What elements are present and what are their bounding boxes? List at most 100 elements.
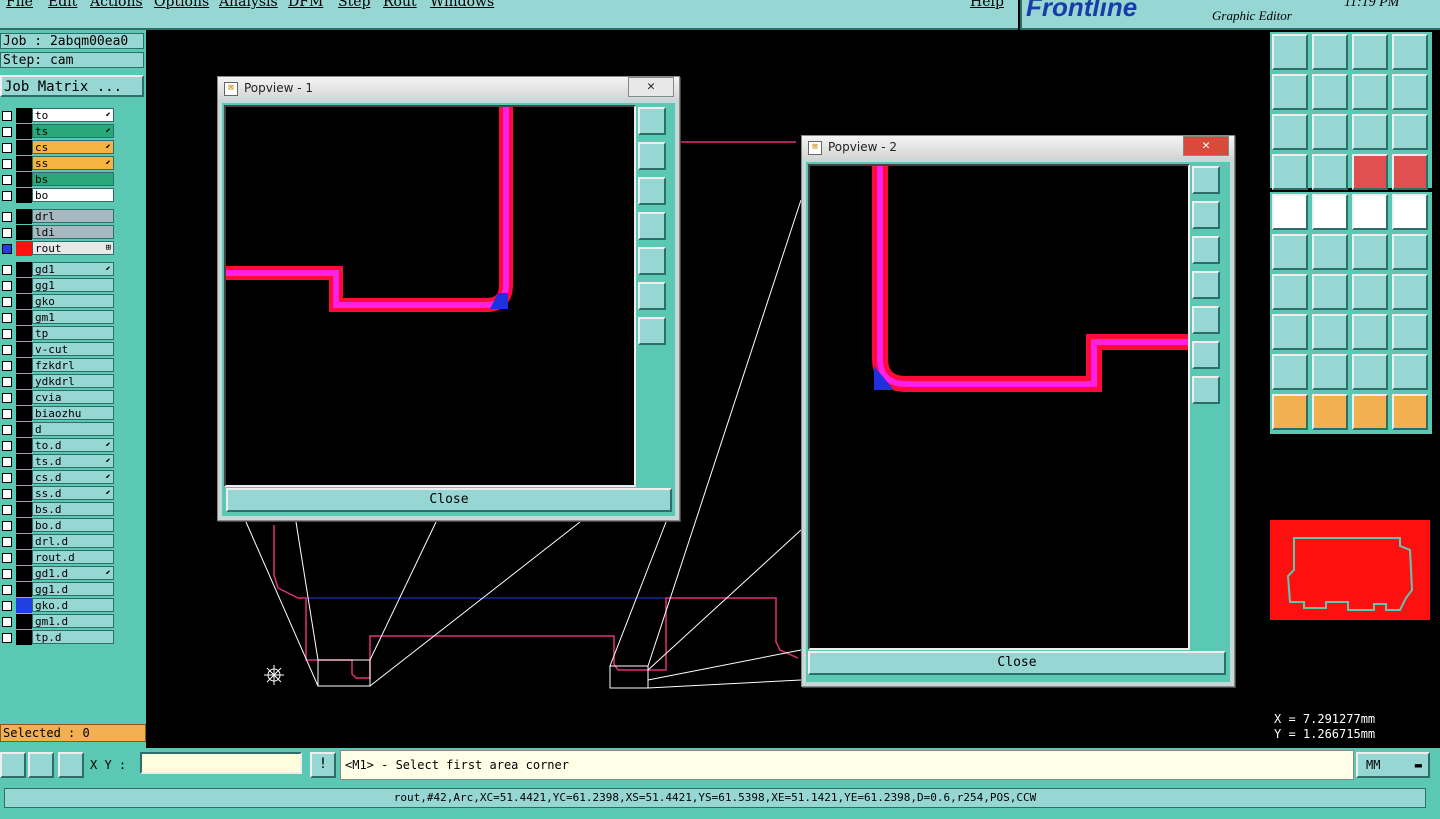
layer-name[interactable]: ts ⬋ <box>32 124 114 138</box>
add-pad-icon[interactable] <box>1272 194 1308 230</box>
layer-checkbox[interactable] <box>2 553 12 563</box>
layer-checkbox[interactable] <box>2 409 12 419</box>
help-icon[interactable] <box>1392 114 1428 150</box>
layer-row-ts[interactable]: ts ⬋ <box>0 124 118 139</box>
zoom-in-icon[interactable] <box>638 282 666 310</box>
menu-help[interactable]: Help <box>970 0 1004 10</box>
layer-row-cs[interactable]: cs ⬋ <box>0 140 118 155</box>
layer-name[interactable]: gd1 ⬋ <box>32 262 114 276</box>
layer-checkbox[interactable] <box>2 617 12 627</box>
xy-input[interactable] <box>140 752 302 774</box>
pan-up-icon[interactable] <box>638 142 666 170</box>
menu-rout[interactable]: Rout <box>383 0 417 10</box>
units-select[interactable]: MM ▬ <box>1356 752 1430 778</box>
select-icon[interactable] <box>1272 394 1308 430</box>
menu-edit[interactable]: Edit <box>48 0 77 10</box>
layer-row-gko[interactable]: gko <box>0 294 118 309</box>
pan-left-icon[interactable] <box>638 212 666 240</box>
layer-row-cvia[interactable]: cvia <box>0 390 118 405</box>
layer-row-to[interactable]: to ⬋ <box>0 108 118 123</box>
layer-checkbox[interactable] <box>2 601 12 611</box>
slash-icon[interactable] <box>1312 274 1348 310</box>
layer-name[interactable]: drl.d <box>32 534 114 548</box>
menu-file[interactable]: File <box>6 0 33 10</box>
pan-down-icon[interactable] <box>638 177 666 205</box>
layer-name[interactable]: ydkdrl <box>32 374 114 388</box>
select-net-icon[interactable] <box>1392 394 1428 430</box>
select-box-icon[interactable] <box>1312 394 1348 430</box>
layer-name[interactable]: drl <box>32 209 114 223</box>
layer-checkbox[interactable] <box>2 175 12 185</box>
job-matrix-button[interactable]: Job Matrix ... <box>0 75 144 97</box>
layer-checkbox[interactable] <box>2 505 12 515</box>
layer-checkbox[interactable] <box>2 585 12 595</box>
layer-name[interactable]: cs ⬋ <box>32 140 114 154</box>
layer-checkbox[interactable] <box>2 127 12 137</box>
copy-icon[interactable] <box>1392 314 1428 350</box>
layer-name[interactable]: ss ⬋ <box>32 156 114 170</box>
layer-name[interactable]: to.d ⬋ <box>32 438 114 452</box>
layer-row-biaozhu[interactable]: biaozhu <box>0 406 118 421</box>
zoom-area-icon[interactable] <box>638 107 666 135</box>
layer-name[interactable]: to ⬋ <box>32 108 114 122</box>
pan-up-icon[interactable] <box>1192 201 1220 229</box>
layer-checkbox[interactable] <box>2 489 12 499</box>
menu-dfm[interactable]: DFM <box>288 0 323 10</box>
layer-name[interactable]: d <box>32 422 114 436</box>
layer-checkbox[interactable] <box>2 393 12 403</box>
layer-checkbox[interactable] <box>2 361 12 371</box>
layer-row-ydkdrl[interactable]: ydkdrl <box>0 374 118 389</box>
tool-config-icon[interactable] <box>1272 154 1308 190</box>
angle-icon[interactable] <box>1272 274 1308 310</box>
layer-name[interactable]: gko.d <box>32 598 114 612</box>
net-select-icon[interactable] <box>1352 154 1388 190</box>
zoom-fit-icon[interactable] <box>1272 114 1308 150</box>
layer-row-bs[interactable]: bs <box>0 172 118 187</box>
snap-point-icon[interactable] <box>1312 154 1348 190</box>
layer-checkbox[interactable] <box>2 441 12 451</box>
layer-checkbox[interactable] <box>2 191 12 201</box>
layer-checkbox[interactable] <box>2 265 12 275</box>
scale-1-2-icon[interactable] <box>1352 114 1388 150</box>
menu-step[interactable]: Step <box>338 0 370 10</box>
measure-icon[interactable] <box>28 752 54 778</box>
grid-icon[interactable] <box>58 752 84 778</box>
layer-row-ss-d[interactable]: ss.d ⬋ <box>0 486 118 501</box>
layer-checkbox[interactable] <box>2 228 12 238</box>
layer-checkbox[interactable] <box>2 297 12 307</box>
layer-checkbox[interactable] <box>2 425 12 435</box>
menu-actions[interactable]: Actions <box>90 0 143 10</box>
layer-row-gm1-d[interactable]: gm1.d <box>0 614 118 629</box>
layer-name[interactable]: gd1.d ⬋ <box>32 566 114 580</box>
pad-move-icon[interactable] <box>1272 314 1308 350</box>
layer-row-cs-d[interactable]: cs.d ⬋ <box>0 470 118 485</box>
layer-checkbox[interactable] <box>2 473 12 483</box>
layer-checkbox[interactable] <box>2 159 12 169</box>
layer-name[interactable]: ss.d ⬋ <box>32 486 114 500</box>
alert-icon[interactable]: ! <box>310 752 336 778</box>
add-line-icon[interactable] <box>1312 194 1348 230</box>
home-icon[interactable] <box>1352 34 1388 70</box>
cross-icon[interactable] <box>1312 234 1348 270</box>
pan-right-icon[interactable] <box>1192 306 1220 334</box>
popview-2-close-icon[interactable]: ✕ <box>1183 136 1229 156</box>
layer-row-fzkdrl[interactable]: fzkdrl <box>0 358 118 373</box>
layer-checkbox[interactable] <box>2 377 12 387</box>
connect-icon[interactable] <box>1272 234 1308 270</box>
rotate-icon[interactable] <box>1352 74 1388 110</box>
pan-right-icon[interactable] <box>638 247 666 275</box>
pan-down-icon[interactable] <box>1192 236 1220 264</box>
layer-checkbox[interactable] <box>2 521 12 531</box>
layer-row-gd1[interactable]: gd1 ⬋ <box>0 262 118 277</box>
arrow-up-icon[interactable] <box>1312 354 1348 390</box>
layer-checkbox[interactable] <box>2 244 12 254</box>
layer-name[interactable]: gm1.d <box>32 614 114 628</box>
layer-name[interactable]: cs.d ⬋ <box>32 470 114 484</box>
layer-checkbox[interactable] <box>2 313 12 323</box>
popview-1-titlebar[interactable]: ⊠ Popview - 1 <box>218 77 679 99</box>
pad-icon[interactable] <box>1392 194 1428 230</box>
zoom-in-icon[interactable] <box>1192 341 1220 369</box>
pan-left-icon[interactable] <box>1272 74 1308 110</box>
triangle-icon[interactable] <box>1272 354 1308 390</box>
layer-row-bo-d[interactable]: bo.d <box>0 518 118 533</box>
